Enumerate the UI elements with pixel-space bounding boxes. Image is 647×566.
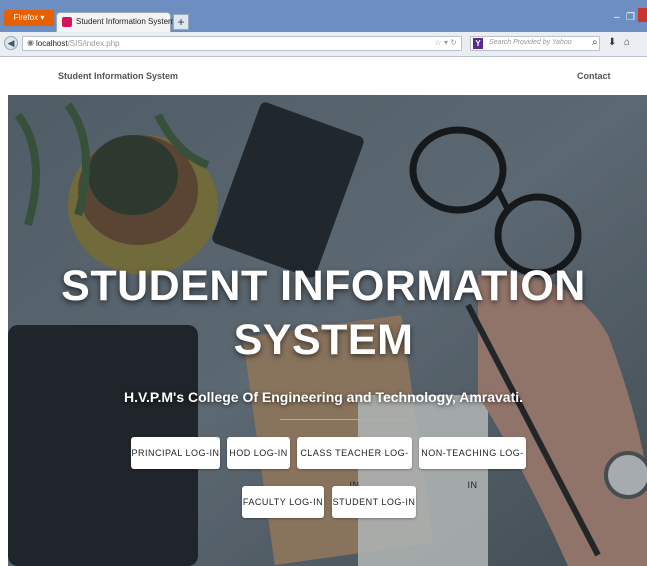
browser-titlebar: Firefox ▾ Student Information System + –… (0, 0, 647, 32)
college-subtitle: H.V.P.M's College Of Engineering and Tec… (123, 389, 524, 405)
favicon-icon (62, 17, 72, 27)
url-bar[interactable]: ◉ localhost/SIS/index.php ☆ ▾ ↻ (22, 36, 462, 51)
hod-login-button[interactable]: HOD LOG-IN (227, 437, 290, 469)
search-icon[interactable]: ⌕ (592, 37, 598, 48)
url-text: localhost/SIS/index.php (36, 39, 120, 48)
url-actions: ☆ ▾ ↻ (435, 38, 457, 47)
minimize-button[interactable]: – (614, 12, 620, 23)
hero-divider (280, 419, 414, 420)
firefox-menu-button[interactable]: Firefox ▾ (4, 10, 54, 26)
hero-title-line2: SYSTEM (233, 316, 414, 364)
tab-title: Student Information System (76, 17, 175, 26)
dropdown-icon[interactable]: ▾ (444, 38, 448, 47)
class-teacher-login-button[interactable]: CLASS TEACHER LOG-IN (297, 437, 412, 490)
globe-icon: ◉ (27, 38, 34, 47)
home-icon[interactable]: ⌂ (624, 37, 630, 48)
principal-login-button[interactable]: PRINCIPAL LOG-IN (131, 437, 220, 469)
reload-icon[interactable]: ↻ (450, 38, 457, 47)
site-navbar: Student Information System Contact (0, 57, 647, 95)
hero-title-line1: STUDENT INFORMATION (61, 262, 586, 310)
student-login-button[interactable]: STUDENT LOG-IN (332, 486, 416, 518)
new-tab-button[interactable]: + (173, 14, 189, 30)
non-teaching-login-button[interactable]: NON-TEACHING LOG-IN (419, 437, 526, 490)
browser-tab[interactable]: Student Information System (56, 12, 175, 32)
close-window-button[interactable] (638, 8, 647, 22)
restore-button[interactable]: ❐ (626, 12, 635, 23)
search-box[interactable]: Y Search Provided by Yahoo (470, 36, 600, 51)
faculty-login-button[interactable]: FACULTY LOG-IN (242, 486, 324, 518)
back-arrow-icon[interactable]: ◀ (4, 36, 18, 50)
star-icon[interactable]: ☆ (435, 38, 442, 47)
navigation-toolbar: ◀ ◉ localhost/SIS/index.php ☆ ▾ ↻ Y Sear… (0, 32, 647, 57)
download-icon[interactable]: ⬇ (608, 37, 616, 48)
nav-contact-link[interactable]: Contact (577, 71, 611, 81)
search-placeholder: Search Provided by Yahoo (489, 39, 572, 46)
yahoo-icon[interactable]: Y (473, 38, 483, 49)
nav-brand-link[interactable]: Student Information System (58, 71, 178, 81)
